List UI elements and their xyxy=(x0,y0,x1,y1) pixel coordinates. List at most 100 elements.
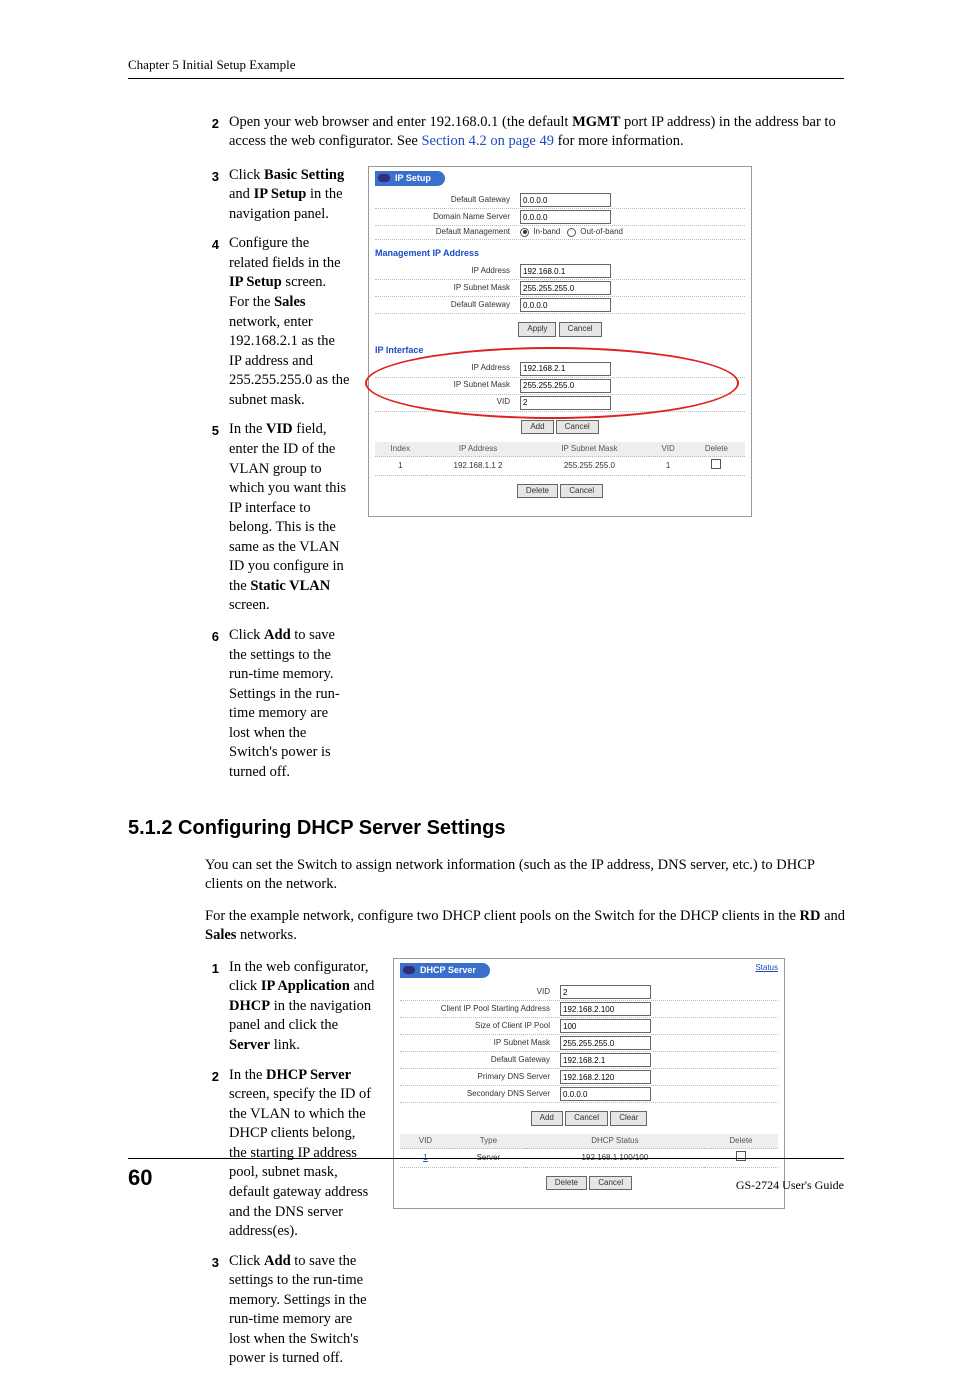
text: and xyxy=(821,908,846,924)
dhcp-start-input[interactable] xyxy=(560,1002,651,1016)
bold-text: DHCP xyxy=(229,998,270,1014)
apply-button[interactable]: Apply xyxy=(518,322,556,336)
step-5-text: In the VID field, enter the ID of the VL… xyxy=(229,420,350,616)
default-gateway-input[interactable] xyxy=(520,193,611,207)
bold-text: Sales xyxy=(274,294,305,310)
ip-setup-screenshot: IP Setup Default Gateway Domain Name Ser… xyxy=(368,166,752,517)
delete-checkbox[interactable] xyxy=(711,459,721,469)
iface-vid-input[interactable] xyxy=(520,396,611,410)
step-3-text: Click Basic Setting and IP Setup in the … xyxy=(229,166,350,225)
paragraph: You can set the Switch to assign network… xyxy=(205,856,849,895)
bold-text: Add xyxy=(264,627,291,643)
bold-text: RD xyxy=(800,908,821,924)
dhcp-step-1-text: In the web configurator, click IP Applic… xyxy=(229,958,375,1056)
cancel-button[interactable]: Cancel xyxy=(560,484,603,498)
col-ip: IP Address xyxy=(426,442,531,457)
step-2-text: Open your web browser and enter 192.168.… xyxy=(229,113,849,152)
step-number: 1 xyxy=(205,958,219,1056)
text: Configure the related fields in the xyxy=(229,235,341,271)
bold-text: Add xyxy=(264,1253,291,1269)
inband-label: In-band xyxy=(533,227,560,236)
table-row: 1 192.168.1.1 2 255.255.255.0 1 xyxy=(375,457,745,475)
dhcp-size-input[interactable] xyxy=(560,1019,651,1033)
mgmt-gw-input[interactable] xyxy=(520,298,611,312)
bold-text: VID xyxy=(266,421,293,437)
dhcp-mask-input[interactable] xyxy=(560,1036,651,1050)
text: For the xyxy=(229,294,274,310)
mgmt-mask-input[interactable] xyxy=(520,281,611,295)
paragraph: For the example network, configure two D… xyxy=(205,907,849,946)
label-start-addr: Client IP Pool Starting Address xyxy=(400,1004,560,1014)
step-number: 2 xyxy=(205,1066,219,1242)
col-vid: VID xyxy=(400,1134,451,1149)
page-number: 60 xyxy=(128,1163,152,1193)
cancel-button[interactable]: Cancel xyxy=(559,322,602,336)
bold-text: IP Setup xyxy=(229,274,282,290)
mgmt-ip-section-label: Management IP Address xyxy=(375,248,745,260)
label-mask: IP Subnet Mask xyxy=(375,380,520,390)
label-default-gateway: Default Gateway xyxy=(375,195,520,205)
label-default-gateway: Default Gateway xyxy=(375,300,520,310)
text: For the example network, configure two D… xyxy=(205,908,800,924)
ip-interface-table: Index IP Address IP Subnet Mask VID Dele… xyxy=(375,442,745,476)
text: In the xyxy=(229,1067,266,1083)
text: Click xyxy=(229,627,264,643)
outofband-radio[interactable] xyxy=(567,228,576,237)
text: to save the settings to the run-time mem… xyxy=(229,627,340,780)
text: network, enter 192.168.2.1 as the IP add… xyxy=(229,314,349,408)
delete-button[interactable]: Delete xyxy=(517,484,558,498)
label-secondary-dns: Secondary DNS Server xyxy=(400,1089,560,1099)
bold-text: DHCP Server xyxy=(266,1067,351,1083)
col-type: Type xyxy=(451,1134,526,1149)
label-pool-size: Size of Client IP Pool xyxy=(400,1021,560,1031)
mgmt-ip-input[interactable] xyxy=(520,264,611,278)
bold-text: Sales xyxy=(205,927,236,943)
bold-text: MGMT xyxy=(572,114,620,130)
cell-mask: 255.255.255.0 xyxy=(530,457,648,475)
bold-text: Static VLAN xyxy=(250,578,330,594)
label-vid: VID xyxy=(375,397,520,407)
label-default-mgmt: Default Management xyxy=(375,227,520,237)
col-mask: IP Subnet Mask xyxy=(530,442,648,457)
dhcp-server-tab[interactable]: DHCP Server xyxy=(400,963,490,979)
step-number: 5 xyxy=(205,420,219,616)
chapter-header: Chapter 5 Initial Setup Example xyxy=(128,56,844,79)
dhcp-sdns-input[interactable] xyxy=(560,1087,651,1101)
dhcp-gw-input[interactable] xyxy=(560,1053,651,1067)
bold-text: IP Setup xyxy=(254,186,307,202)
cancel-button[interactable]: Cancel xyxy=(556,420,599,434)
step-number: 2 xyxy=(205,113,219,152)
text: link. xyxy=(270,1037,300,1053)
status-link[interactable]: Status xyxy=(755,963,778,973)
dhcp-step-3-text: Click Add to save the settings to the ru… xyxy=(229,1252,375,1369)
dhcp-step-2-text: In the DHCP Server screen, specify the I… xyxy=(229,1066,375,1242)
text: networks. xyxy=(236,927,296,943)
step-number: 3 xyxy=(205,166,219,225)
iface-mask-input[interactable] xyxy=(520,379,611,393)
add-button[interactable]: Add xyxy=(531,1111,563,1125)
inband-radio[interactable] xyxy=(520,228,529,237)
text: screen. xyxy=(229,597,270,613)
step-6-text: Click Add to save the settings to the ru… xyxy=(229,626,350,783)
text: and xyxy=(229,186,254,202)
step-number: 3 xyxy=(205,1252,219,1369)
guide-name: GS-2724 User's Guide xyxy=(736,1177,844,1193)
bold-text: Basic Setting xyxy=(264,167,344,183)
text: Click xyxy=(229,1253,264,1269)
clear-button[interactable]: Clear xyxy=(610,1111,647,1125)
col-delete: Delete xyxy=(704,1134,778,1149)
outofband-label: Out-of-band xyxy=(580,227,623,236)
cell-index: 1 xyxy=(375,457,426,475)
bold-text: IP Application xyxy=(261,978,350,994)
dhcp-vid-input[interactable] xyxy=(560,985,651,999)
text: Open your web browser and enter 192.168.… xyxy=(229,114,572,130)
section-link[interactable]: Section 4.2 on page 49 xyxy=(421,133,554,149)
dhcp-pdns-input[interactable] xyxy=(560,1070,651,1084)
ip-setup-tab[interactable]: IP Setup xyxy=(375,171,445,187)
text: and xyxy=(350,978,375,994)
add-button[interactable]: Add xyxy=(521,420,553,434)
dns-input[interactable] xyxy=(520,210,611,224)
cancel-button[interactable]: Cancel xyxy=(565,1111,608,1125)
col-delete: Delete xyxy=(688,442,745,457)
iface-ip-input[interactable] xyxy=(520,362,611,376)
